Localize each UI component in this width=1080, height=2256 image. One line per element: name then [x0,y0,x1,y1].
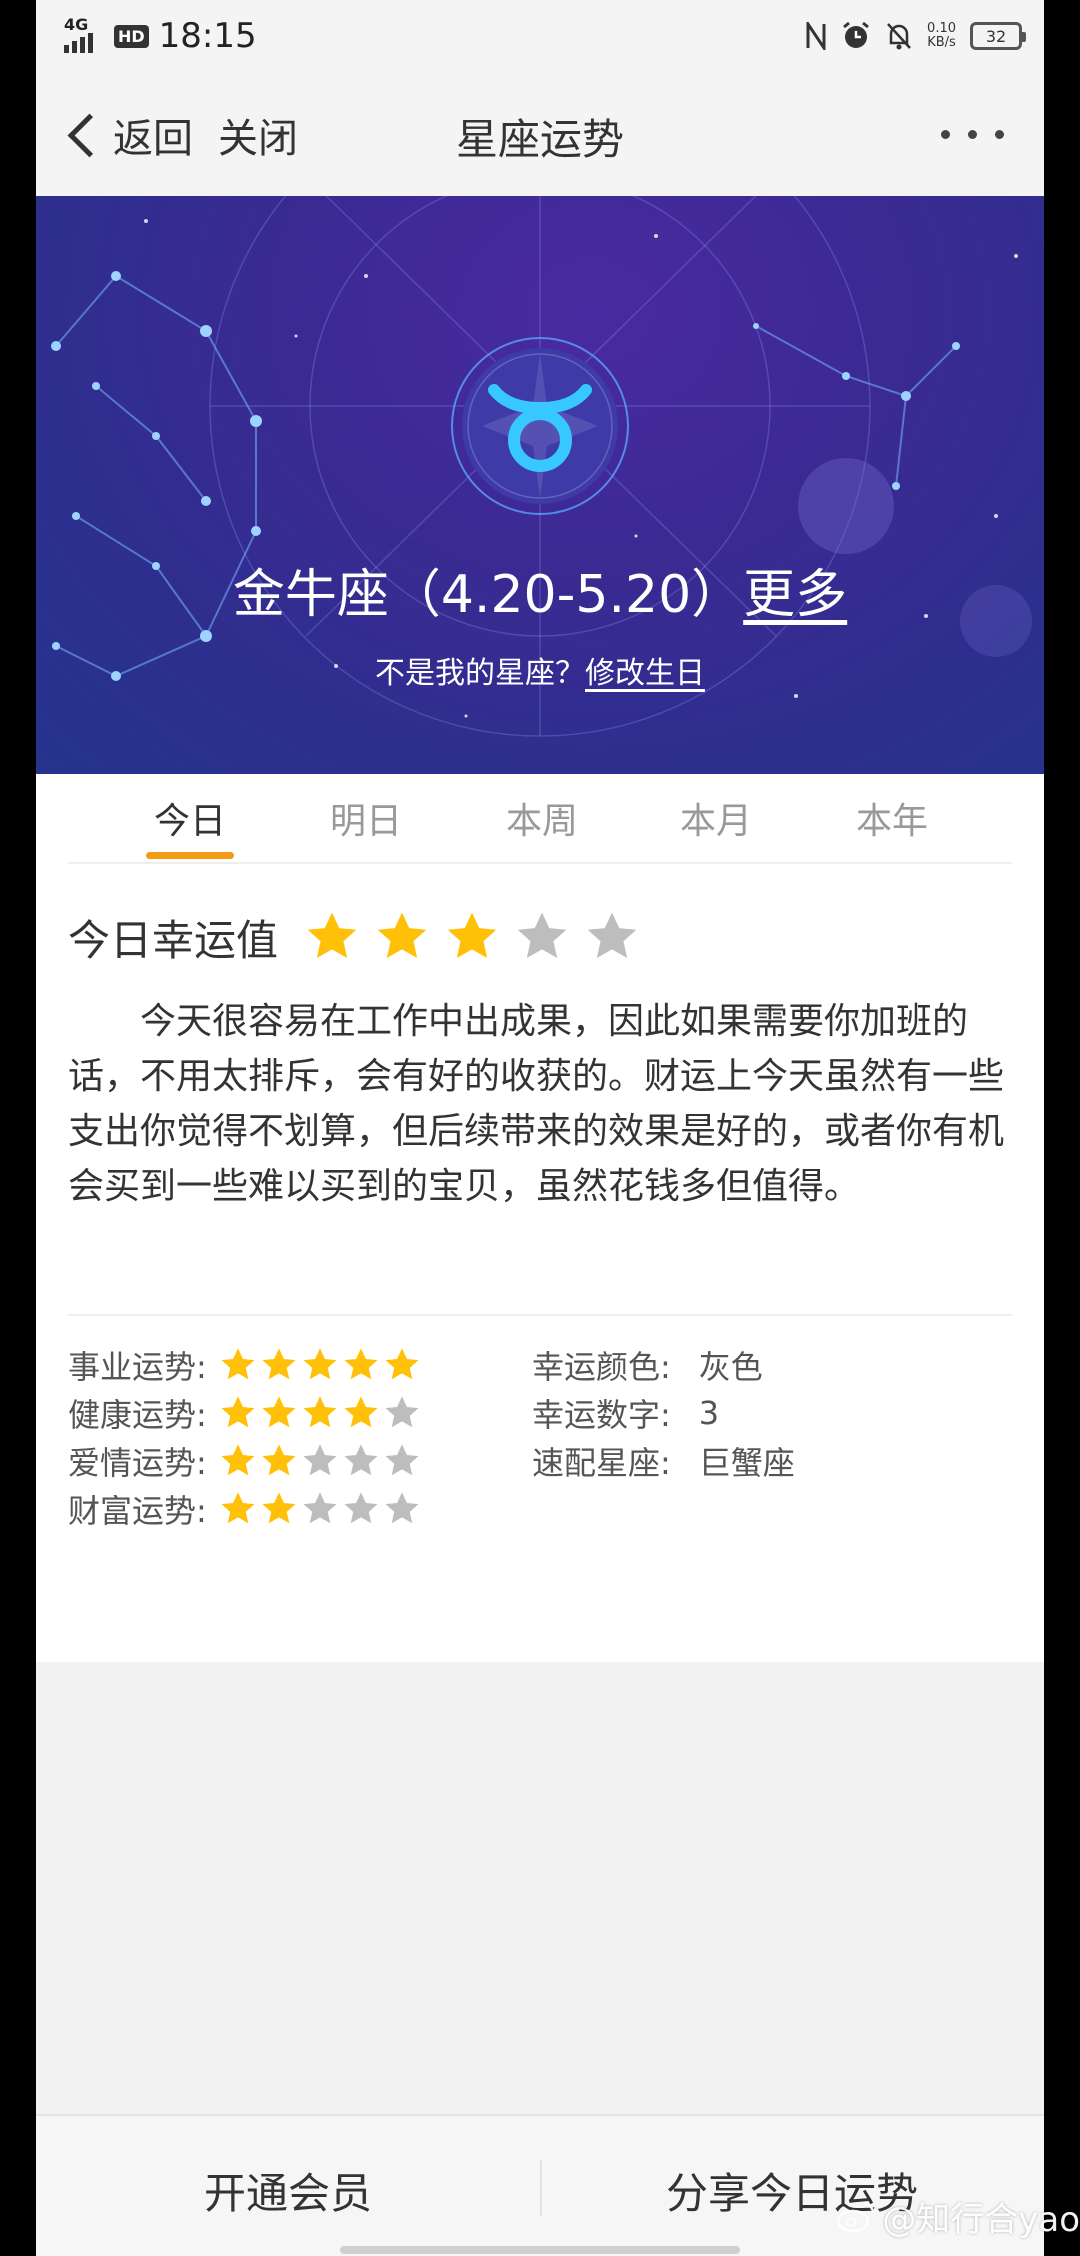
matching-sign-label: 速配星座: [532,1444,671,1482]
star-filled-icon [221,1444,255,1476]
fortune-content: 今日 明日 本周 本月 本年 今日幸运值 今天很容易在工作中出成果，因此如果需要… [36,774,1044,1662]
star-filled-icon [307,912,357,958]
section-divider [68,1314,1012,1316]
tab-tomorrow[interactable]: 明日 [306,792,426,844]
open-membership-button[interactable]: 开通会员 [36,2160,540,2221]
lucky-number-label: 幸运数字: [532,1396,671,1434]
health-fortune: 健康运势: [68,1388,424,1438]
star-filled-icon [262,1396,296,1428]
lucky-color-label: 幸运颜色: [532,1348,671,1386]
love-label: 爱情运势: [68,1444,207,1482]
star-filled-icon [221,1348,255,1380]
star-filled-icon [221,1396,255,1428]
tab-year[interactable]: 本年 [832,792,952,844]
star-empty-icon [385,1492,419,1524]
wealth-fortune: 财富运势: [68,1484,424,1534]
home-indicator[interactable] [340,2246,740,2254]
nav-bar: 返回 关闭 星座运势 [36,74,1044,196]
weibo-icon [836,2202,875,2232]
matching-sign-value: 巨蟹座 [698,1444,795,1482]
career-label: 事业运势: [68,1348,207,1386]
star-empty-icon [344,1444,378,1476]
health-label: 健康运势: [68,1396,207,1434]
star-filled-icon [262,1492,296,1524]
star-empty-icon [303,1444,337,1476]
lucky-stars [304,909,654,965]
alarm-icon [843,21,869,48]
tab-week[interactable]: 本周 [482,792,602,844]
lucky-color-value: 灰色 [698,1348,763,1386]
sign-name-range: 金牛座（4.20-5.20） [232,565,744,625]
star-empty-icon [587,912,637,958]
star-filled-icon [303,1348,337,1380]
wealth-label: 财富运势: [68,1492,207,1530]
network-speed: 0.10 KB/s [927,21,956,50]
lucky-value-label: 今日幸运值 [68,915,279,965]
career-stars [219,1346,424,1384]
not-my-sign-text: 不是我的星座？ [375,656,585,691]
wealth-stars [219,1490,424,1528]
battery-level: 32 [985,26,1007,46]
health-stars [219,1394,424,1432]
career-fortune: 事业运势: [68,1340,424,1390]
battery-icon: 32 [970,22,1026,50]
tabs-divider [68,862,1012,864]
star-empty-icon [385,1396,419,1428]
star-filled-icon [385,1348,419,1380]
tab-month[interactable]: 本月 [656,792,776,844]
star-filled-icon [447,912,497,958]
lucky-value-row: 今日幸运值 [68,902,654,972]
star-empty-icon [303,1492,337,1524]
star-filled-icon [303,1396,337,1428]
tab-today[interactable]: 今日 [130,792,250,844]
lucky-number: 幸运数字: 3 [532,1388,719,1438]
period-tabs: 今日 明日 本周 本月 本年 [36,774,1044,864]
signal-icon: 4G [64,15,104,53]
star-filled-icon [344,1348,378,1380]
app-screen: 4G HD 18:15 0.10 KB/s 32 返回 关闭 星座运势 金牛座（… [36,0,1044,2256]
weibo-watermark: @知行合yao [836,2192,1080,2241]
fortune-description: 今天很容易在工作中出成果，因此如果需要你加班的话，不用太排斥，会有好的收获的。财… [68,1001,1005,1207]
lucky-number-value: 3 [698,1394,720,1432]
matching-sign: 速配星座: 巨蟹座 [532,1436,795,1486]
lucky-color: 幸运颜色: 灰色 [532,1340,763,1390]
love-fortune: 爱情运势: [68,1436,424,1486]
taurus-icon [451,337,629,515]
more-options-icon[interactable] [941,130,1004,139]
status-time: 18:15 [158,16,257,56]
star-empty-icon [385,1444,419,1476]
star-empty-icon [344,1492,378,1524]
sign-title: 金牛座（4.20-5.20）更多 [36,552,1044,627]
page-title: 星座运势 [455,115,624,164]
mute-bell-icon [887,23,911,50]
more-link[interactable]: 更多 [743,565,847,625]
status-bar: 4G HD 18:15 0.10 KB/s 32 [36,0,1044,74]
watermark-text: @知行合yao [882,2200,1080,2240]
star-filled-icon [262,1444,296,1476]
star-filled-icon [377,912,427,958]
edit-birthday-link[interactable]: 修改生日 [585,656,705,691]
love-stars [219,1442,424,1480]
star-filled-icon [262,1348,296,1380]
star-empty-icon [517,912,567,958]
nfc-icon [806,22,826,50]
tab-indicator [146,852,234,859]
zodiac-banner: 金牛座（4.20-5.20）更多 不是我的星座？修改生日 [36,196,1044,774]
network-type: 4G [64,15,89,34]
hd-icon: HD [114,24,149,48]
sign-subtitle: 不是我的星座？修改生日 [36,648,1044,692]
star-filled-icon [344,1396,378,1428]
star-filled-icon [221,1492,255,1524]
